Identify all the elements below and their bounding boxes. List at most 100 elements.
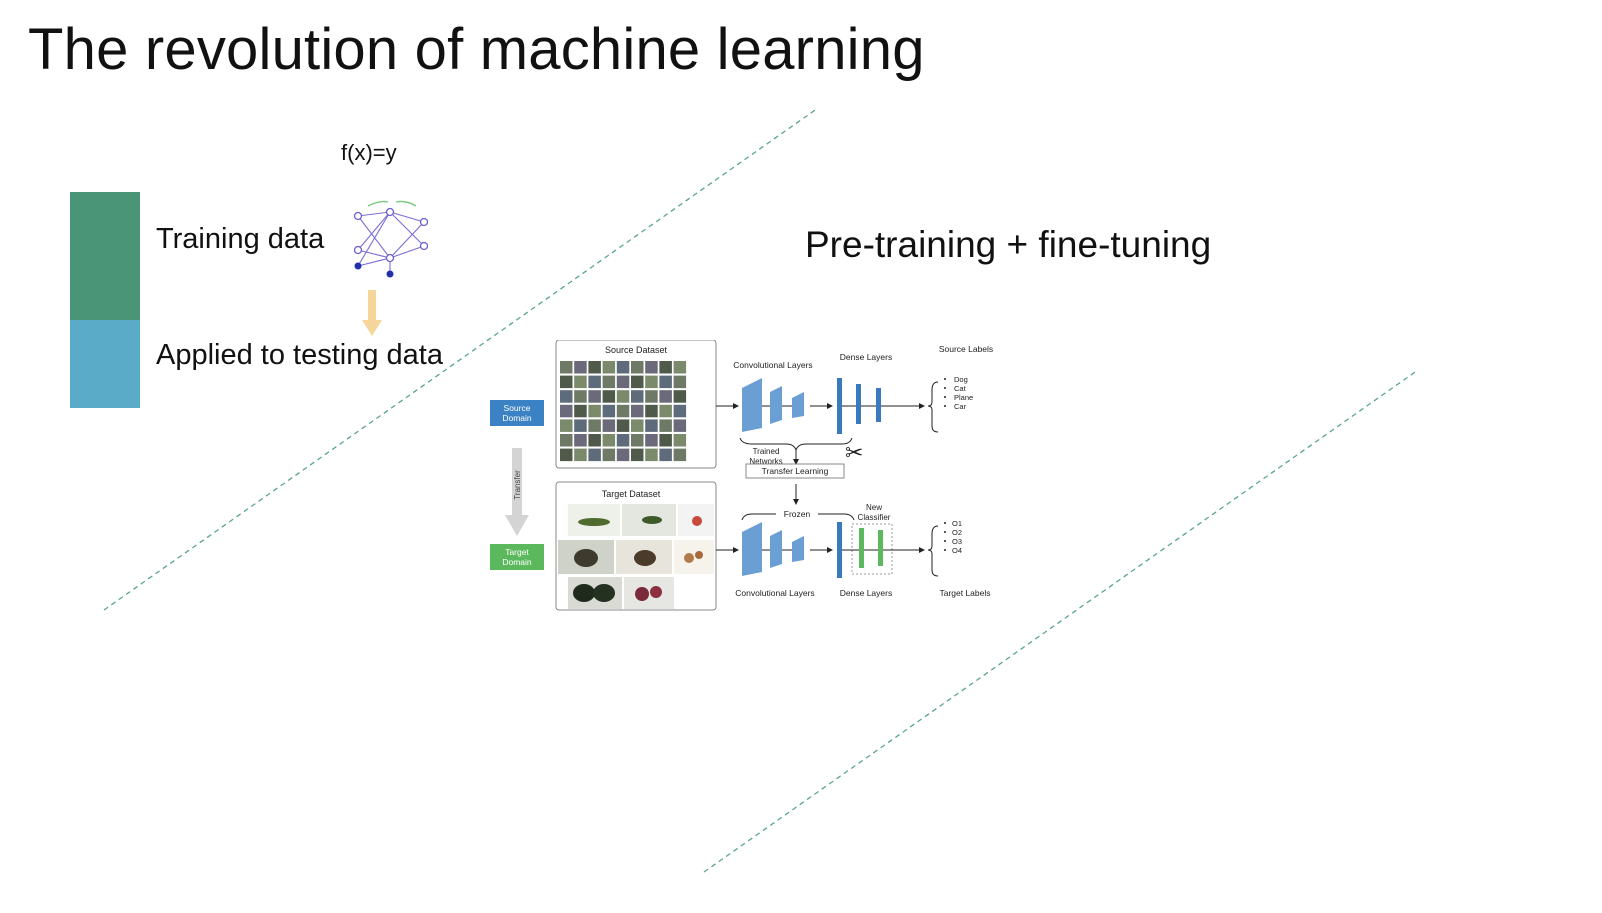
source-thumbnail bbox=[631, 390, 644, 403]
source-thumbnail bbox=[588, 434, 601, 447]
target-label-o2: O2 bbox=[952, 528, 962, 537]
source-thumbnail bbox=[673, 434, 687, 447]
source-thumbnail bbox=[616, 448, 630, 462]
source-thumbnail bbox=[631, 375, 644, 389]
source-thumbnail bbox=[602, 448, 616, 462]
source-domain-line2: Domain bbox=[502, 413, 532, 423]
source-thumbnail bbox=[673, 390, 687, 403]
source-thumbnail bbox=[602, 419, 616, 432]
source-thumbnail bbox=[602, 361, 616, 374]
source-thumbnail bbox=[560, 404, 573, 418]
source-thumbnail bbox=[631, 404, 644, 418]
source-thumbnail bbox=[560, 434, 573, 447]
conv-layers-bottom-label: Convolutional Layers bbox=[735, 588, 814, 598]
neural-network-icon bbox=[353, 200, 429, 278]
source-thumbnail bbox=[616, 434, 630, 447]
source-labels-brace bbox=[927, 381, 939, 433]
target-labels-brace bbox=[927, 525, 939, 577]
source-thumbnail bbox=[659, 419, 672, 432]
source-thumbnail bbox=[588, 419, 601, 432]
frozen-label: Frozen bbox=[784, 509, 811, 519]
source-thumbnail bbox=[574, 419, 587, 432]
source-thumbnail bbox=[574, 361, 587, 374]
source-domain-line1: Source bbox=[504, 403, 531, 413]
source-label-car: Car bbox=[954, 402, 967, 411]
conv-layers-top-label: Convolutional Layers bbox=[733, 360, 812, 370]
dense-layers-bottom-label: Dense Layers bbox=[840, 588, 892, 598]
source-thumbnail bbox=[560, 419, 573, 432]
source-thumbnail bbox=[673, 404, 687, 418]
source-label-dog: Dog bbox=[954, 375, 968, 384]
source-label-cat: Cat bbox=[954, 384, 967, 393]
source-thumbnail bbox=[616, 361, 630, 374]
source-thumbnail bbox=[560, 375, 573, 389]
transfer-learning-diagram: Source Domain Transfer Target Domain Sou… bbox=[490, 340, 993, 611]
source-thumbnail bbox=[574, 404, 587, 418]
source-thumbnail bbox=[631, 419, 644, 432]
transfer-label: Transfer bbox=[513, 470, 522, 500]
source-thumbnail bbox=[602, 390, 616, 403]
source-dataset-title: Source Dataset bbox=[605, 345, 668, 355]
source-thumbnail bbox=[645, 390, 658, 403]
target-label-o3: O3 bbox=[952, 537, 962, 546]
source-label-plane: Plane bbox=[954, 393, 973, 402]
source-thumbnail bbox=[631, 434, 644, 447]
source-thumbnail bbox=[616, 419, 630, 432]
source-thumbnail bbox=[616, 390, 630, 403]
target-label-o1: O1 bbox=[952, 519, 962, 528]
source-thumbnail bbox=[588, 404, 601, 418]
source-thumbnail bbox=[673, 375, 687, 389]
source-thumbnail bbox=[574, 434, 587, 447]
target-domain-line1: Target bbox=[505, 547, 529, 557]
source-thumbnail bbox=[588, 361, 601, 374]
function-formula: f(x)=y bbox=[341, 140, 397, 165]
source-labels-title: Source Labels bbox=[939, 344, 993, 354]
source-thumbnail bbox=[659, 434, 672, 447]
source-thumbnail bbox=[645, 404, 658, 418]
source-thumbnail bbox=[659, 361, 672, 374]
source-thumbnail bbox=[673, 361, 687, 374]
down-arrow-icon bbox=[362, 290, 382, 336]
conv-layers-bottom bbox=[742, 522, 804, 576]
testing-data-label: Applied to testing data bbox=[156, 339, 443, 371]
new-classifier-line1: New bbox=[866, 503, 882, 512]
testing-data-block bbox=[70, 320, 140, 408]
pretraining-finetuning-title: Pre-training + fine-tuning bbox=[805, 224, 1212, 265]
source-thumbnail bbox=[645, 375, 658, 389]
source-thumbnail bbox=[631, 448, 644, 462]
source-thumbnail bbox=[588, 390, 601, 403]
dense-layers-top-label: Dense Layers bbox=[840, 352, 892, 362]
source-thumbnail bbox=[588, 375, 601, 389]
source-thumbnail bbox=[560, 361, 573, 374]
source-thumbnail bbox=[645, 434, 658, 447]
trained-networks-line1: Trained bbox=[753, 447, 780, 456]
source-thumbnail bbox=[588, 448, 601, 462]
transfer-learning-label: Transfer Learning bbox=[762, 466, 829, 476]
target-dataset-title: Target Dataset bbox=[602, 489, 661, 499]
source-thumbnail bbox=[560, 390, 573, 403]
target-domain-line2: Domain bbox=[502, 557, 532, 567]
source-thumbnail bbox=[602, 434, 616, 447]
source-thumbnail bbox=[574, 448, 587, 462]
source-thumbnail bbox=[659, 375, 672, 389]
source-thumbnail bbox=[659, 448, 672, 462]
training-data-label: Training data bbox=[156, 223, 325, 255]
source-thumbnail bbox=[645, 419, 658, 432]
source-thumbnail bbox=[673, 448, 687, 462]
training-data-block bbox=[70, 192, 140, 320]
source-thumbnail bbox=[560, 448, 573, 462]
source-thumbnail bbox=[645, 448, 658, 462]
source-thumbnail bbox=[616, 375, 630, 389]
source-image-grid bbox=[560, 361, 687, 462]
target-label-o4: O4 bbox=[952, 546, 962, 555]
source-thumbnail bbox=[574, 390, 587, 403]
source-thumbnail bbox=[602, 375, 616, 389]
target-labels-title: Target Labels bbox=[939, 588, 990, 598]
source-thumbnail bbox=[616, 404, 630, 418]
source-thumbnail bbox=[602, 404, 616, 418]
new-classifier-line2: Classifier bbox=[858, 513, 891, 522]
source-thumbnail bbox=[659, 390, 672, 403]
source-thumbnail bbox=[673, 419, 687, 432]
source-thumbnail bbox=[631, 361, 644, 374]
conv-layers-top bbox=[742, 378, 804, 432]
